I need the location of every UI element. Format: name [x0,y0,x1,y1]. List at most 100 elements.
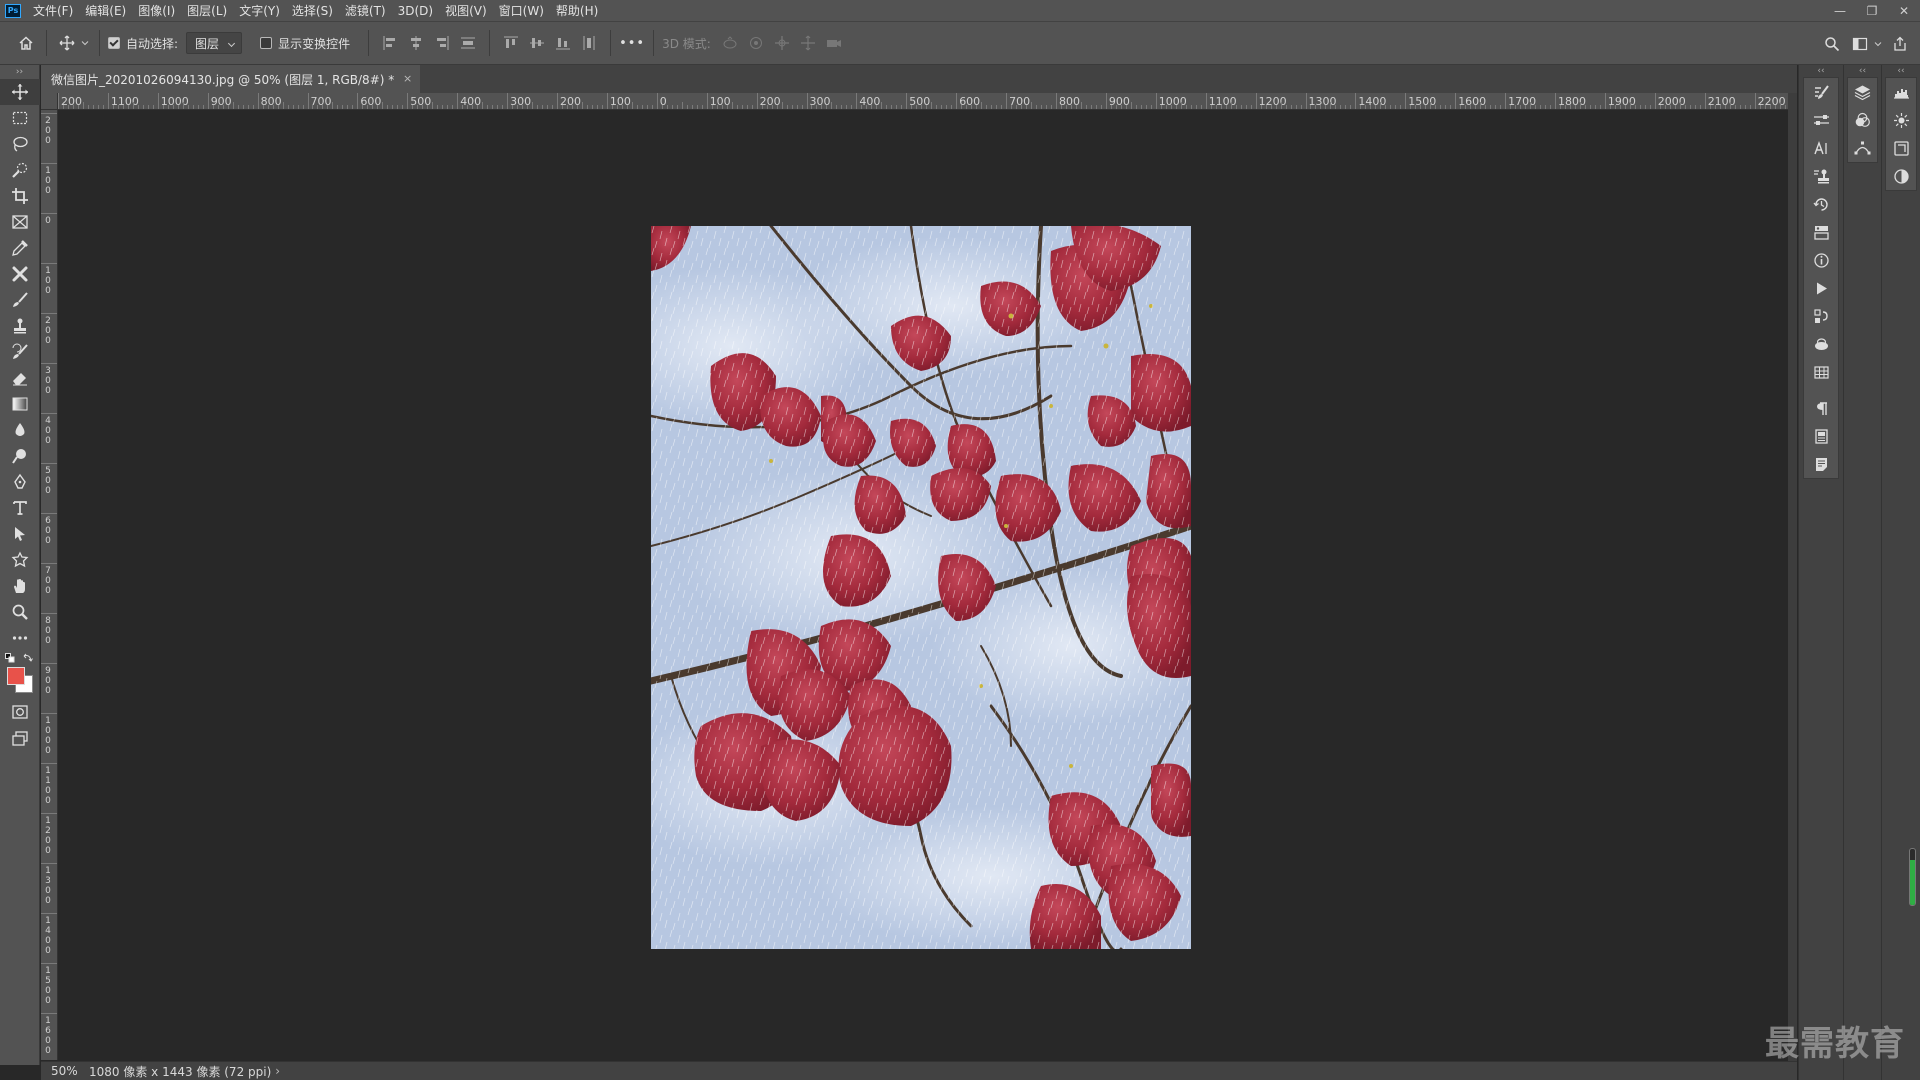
share-icon[interactable] [1888,32,1912,56]
character-icon[interactable] [1804,134,1838,162]
3d-panel-icon[interactable] [1804,330,1838,358]
layers-icon[interactable] [1848,78,1877,106]
auto-select-checkbox[interactable] [108,37,120,49]
stamp-icon[interactable] [0,313,40,339]
align-bottom-icon[interactable] [550,31,576,55]
3d-camera-icon[interactable] [821,31,847,55]
notes-icon[interactable] [1804,450,1838,478]
workspace-icon[interactable] [1848,32,1872,56]
expand-toolbar-icon[interactable]: ›› [0,65,39,79]
minimize-button[interactable]: — [1824,0,1856,21]
align-right-icon[interactable] [429,31,455,55]
quick-mask-icon[interactable] [0,699,40,725]
home-icon[interactable] [14,31,38,55]
quick-select-icon[interactable] [0,157,40,183]
marquee-icon[interactable] [0,105,40,131]
show-transform-checkbox[interactable] [260,37,273,49]
3d-roll-icon[interactable] [743,31,769,55]
color-panel-icon[interactable] [1886,162,1916,190]
eyedropper-icon[interactable] [0,235,40,261]
close-tab-icon[interactable]: × [403,72,412,85]
healing-icon[interactable] [0,261,40,287]
align-top-icon[interactable] [498,31,524,55]
menu-3d[interactable]: 3D(D) [392,4,439,18]
distribute-horizontal-icon[interactable] [576,31,602,55]
tool-presets-icon[interactable] [1804,218,1838,246]
menu-image[interactable]: 图像(I) [132,2,181,19]
dodge-icon[interactable] [0,443,40,469]
menu-help[interactable]: 帮助(H) [550,2,604,19]
menu-edit[interactable]: 编辑(E) [79,2,132,19]
menu-view[interactable]: 视图(V) [439,2,493,19]
menu-select[interactable]: 选择(S) [286,2,339,19]
libraries-icon[interactable] [1886,134,1916,162]
canvas-area[interactable] [58,111,1788,1061]
history-icon[interactable] [1804,190,1838,218]
type-icon[interactable] [0,495,40,521]
histogram-icon[interactable] [1886,78,1916,106]
shape-icon[interactable] [0,547,40,573]
navigator-icon[interactable] [1886,106,1916,134]
brush-settings-icon[interactable] [1804,78,1838,106]
menu-layer[interactable]: 图层(L) [181,2,233,19]
menu-type[interactable]: 文字(Y) [233,2,286,19]
default-colors-icon[interactable] [5,653,15,663]
align-middle-icon[interactable] [524,31,550,55]
pen-icon[interactable] [0,469,40,495]
3d-pan-icon[interactable] [769,31,795,55]
swap-colors-icon[interactable] [23,653,33,663]
screen-mode-icon[interactable] [0,725,40,751]
more-options-button[interactable]: ••• [619,36,645,51]
blur-icon[interactable] [0,417,40,443]
document-tab[interactable]: 微信图片_20201026094130.jpg @ 50% (图层 1, RGB… [41,65,421,93]
horizontal-ruler[interactable]: 200 1100 1000 900 800 700 600 500 400 300 200 100 0 1… [58,93,1788,110]
brush-icon[interactable] [0,287,40,313]
menu-window[interactable]: 窗口(W) [493,2,550,19]
eraser-icon[interactable] [0,365,40,391]
collapse-panels-icon[interactable]: ‹‹ [1844,65,1881,77]
clone-source-icon[interactable] [1804,162,1838,190]
zoom-level[interactable]: 50% [41,1064,85,1078]
zoom-icon[interactable] [0,599,40,625]
path-select-icon[interactable] [0,521,40,547]
align-center-h-icon[interactable] [403,31,429,55]
crop-icon[interactable] [0,183,40,209]
close-button[interactable]: ✕ [1888,0,1920,21]
collapse-panels-icon[interactable]: ‹‹ [1799,65,1843,77]
move-tool-preset-icon[interactable] [55,31,79,55]
3d-orbit-icon[interactable] [717,31,743,55]
auto-select-target-dropdown[interactable]: 图层 [186,32,243,54]
distribute-vertical-icon[interactable] [455,31,481,55]
menu-filter[interactable]: 滤镜(T) [339,2,392,19]
vertical-ruler[interactable]: 2001000100200300400500600700800900100011… [41,110,58,1060]
info-icon[interactable] [1804,246,1838,274]
search-icon[interactable] [1820,32,1844,56]
hand-icon[interactable] [0,573,40,599]
gradient-icon[interactable] [0,391,40,417]
channels-panel-icon[interactable] [1848,106,1877,134]
chevron-down-icon[interactable] [79,31,91,55]
3d-slide-icon[interactable] [795,31,821,55]
chevron-down-icon[interactable] [1872,32,1884,56]
ruler-origin[interactable] [41,93,58,110]
document-image[interactable] [651,226,1191,949]
frame-icon[interactable] [0,209,40,235]
align-left-icon[interactable] [377,31,403,55]
move-icon[interactable] [0,79,40,105]
table-panel-icon[interactable] [1804,358,1838,386]
lasso-icon[interactable] [0,131,40,157]
restore-button[interactable]: ❐ [1856,0,1888,21]
history-brush-icon[interactable] [0,339,40,365]
menu-file[interactable]: 文件(F) [27,2,79,19]
more-tools-icon[interactable] [0,625,40,651]
status-menu-arrow[interactable]: › [275,1064,280,1078]
properties-icon[interactable] [1804,422,1838,450]
paths-icon[interactable] [1848,134,1877,162]
vertical-scrollbar[interactable] [1788,93,1797,1061]
actions-play-icon[interactable] [1804,274,1838,302]
adjustments-icon[interactable] [1804,106,1838,134]
channels-icon[interactable] [1804,302,1838,330]
paragraph-icon[interactable] [1804,394,1838,422]
collapse-panels-icon[interactable]: ‹‹ [1882,65,1920,77]
foreground-color-swatch[interactable] [7,667,25,685]
